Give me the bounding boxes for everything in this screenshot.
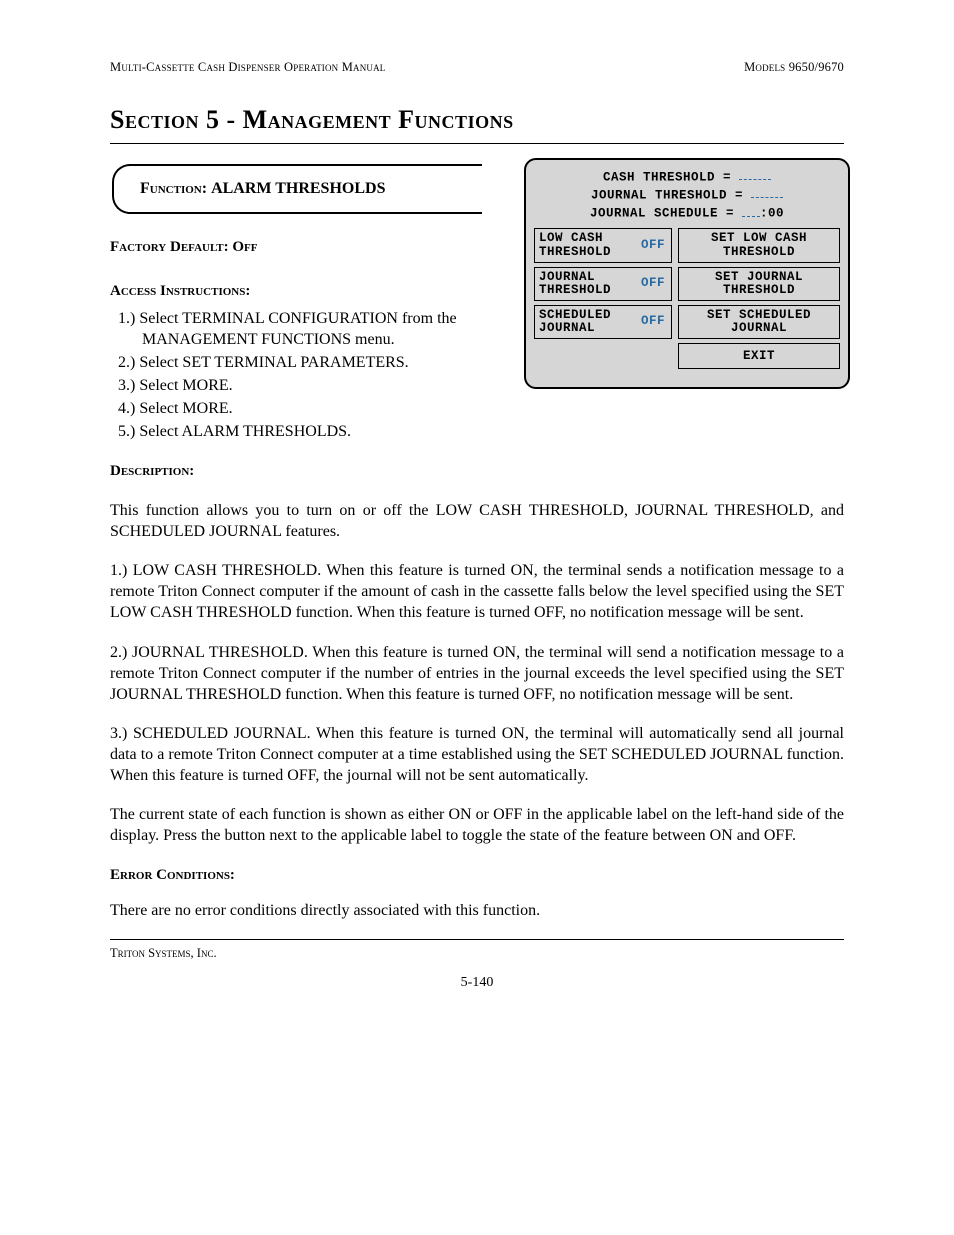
- access-step: 4.) Select MORE.: [118, 398, 518, 419]
- screen-line3-suffix: :00: [760, 207, 784, 221]
- screen-row-exit: EXIT: [534, 343, 840, 369]
- description-paragraph: The current state of each function is sh…: [110, 804, 844, 846]
- button-label: SET JOURNALTHRESHOLD: [715, 271, 803, 297]
- screen-line2-text: JOURNAL THRESHOLD =: [591, 188, 743, 202]
- toggle-label: LOW CASHTHRESHOLD: [539, 232, 611, 258]
- function-label: Function: ALARM THRESHOLDS: [140, 180, 385, 197]
- toggle-label: SCHEDULEDJOURNAL: [539, 309, 611, 335]
- factory-default-label: Factory Default:: [110, 239, 232, 255]
- page-number: 5-140: [110, 975, 844, 991]
- error-conditions-label: Error Conditions:: [110, 864, 844, 886]
- function-name: ALARM THRESHOLDS: [211, 180, 385, 197]
- exit-button[interactable]: EXIT: [678, 343, 840, 369]
- header-left: Multi-Cassette Cash Dispenser Operation …: [110, 60, 386, 75]
- description-paragraph: This function allows you to turn on or o…: [110, 500, 844, 542]
- footer-rule: [110, 939, 844, 940]
- toggle-state: OFF: [641, 239, 667, 252]
- screen-header-line-3: JOURNAL SCHEDULE = :00: [534, 204, 840, 222]
- header-right: Models 9650/9670: [744, 60, 844, 75]
- blank-field: [739, 168, 771, 180]
- toggle-label: JOURNALTHRESHOLD: [539, 271, 611, 297]
- function-label-prefix: Function:: [140, 180, 211, 197]
- description-label-text: Description:: [110, 463, 194, 479]
- low-cash-threshold-toggle[interactable]: LOW CASHTHRESHOLD OFF: [534, 228, 672, 262]
- blank-field: [742, 204, 760, 216]
- set-scheduled-journal-button[interactable]: SET SCHEDULEDJOURNAL: [678, 305, 840, 339]
- button-label: SET SCHEDULEDJOURNAL: [707, 309, 811, 335]
- blank-field: [751, 186, 783, 198]
- footer-company: Triton Systems, Inc.: [110, 946, 844, 961]
- description-paragraph: 1.) LOW CASH THRESHOLD. When this featur…: [110, 560, 844, 623]
- scheduled-journal-toggle[interactable]: SCHEDULEDJOURNAL OFF: [534, 305, 672, 339]
- error-conditions-text: There are no error conditions directly a…: [110, 900, 844, 921]
- title-rule: [110, 143, 844, 144]
- button-label: SET LOW CASHTHRESHOLD: [711, 232, 807, 258]
- screen-line1-text: CASH THRESHOLD =: [603, 170, 731, 184]
- screen-row: LOW CASHTHRESHOLD OFF SET LOW CASHTHRESH…: [534, 228, 840, 262]
- access-label-text: Access Instructions:: [110, 283, 250, 299]
- description-label: Description:: [110, 460, 844, 482]
- access-step: 1.) Select TERMINAL CONFIGURATION from t…: [118, 308, 518, 350]
- set-journal-threshold-button[interactable]: SET JOURNALTHRESHOLD: [678, 267, 840, 301]
- screen-row: SCHEDULEDJOURNAL OFF SET SCHEDULEDJOURNA…: [534, 305, 840, 339]
- set-low-cash-threshold-button[interactable]: SET LOW CASHTHRESHOLD: [678, 228, 840, 262]
- journal-threshold-toggle[interactable]: JOURNALTHRESHOLD OFF: [534, 267, 672, 301]
- screen-header-line-1: CASH THRESHOLD =: [534, 168, 840, 186]
- section-title: Section 5 - Management Functions: [110, 105, 844, 135]
- screen-header-line-2: JOURNAL THRESHOLD =: [534, 186, 840, 204]
- function-box: Function: ALARM THRESHOLDS: [112, 164, 482, 214]
- screen-header: CASH THRESHOLD = JOURNAL THRESHOLD = JOU…: [534, 168, 840, 222]
- screen-row: JOURNALTHRESHOLD OFF SET JOURNALTHRESHOL…: [534, 267, 840, 301]
- access-step: 5.) Select ALARM THRESHOLDS.: [118, 421, 518, 442]
- screen-line3-text: JOURNAL SCHEDULE =: [590, 207, 734, 221]
- toggle-state: OFF: [641, 277, 667, 290]
- terminal-screen: CASH THRESHOLD = JOURNAL THRESHOLD = JOU…: [524, 158, 850, 389]
- toggle-state: OFF: [641, 315, 667, 328]
- spacer: [534, 343, 672, 369]
- running-header: Multi-Cassette Cash Dispenser Operation …: [110, 60, 844, 75]
- error-label-text: Error Conditions:: [110, 867, 235, 883]
- access-step: 2.) Select SET TERMINAL PARAMETERS.: [118, 352, 518, 373]
- button-label: EXIT: [743, 350, 775, 363]
- access-instructions-list: 1.) Select TERMINAL CONFIGURATION from t…: [110, 308, 518, 443]
- description-paragraph: 2.) JOURNAL THRESHOLD. When this feature…: [110, 642, 844, 705]
- access-step: 3.) Select MORE.: [118, 375, 518, 396]
- page: Multi-Cassette Cash Dispenser Operation …: [0, 0, 954, 1235]
- description-paragraph: 3.) SCHEDULED JOURNAL. When this feature…: [110, 723, 844, 786]
- factory-default-value: Off: [232, 239, 257, 255]
- content-wrap: Function: ALARM THRESHOLDS CASH THRESHOL…: [110, 164, 844, 921]
